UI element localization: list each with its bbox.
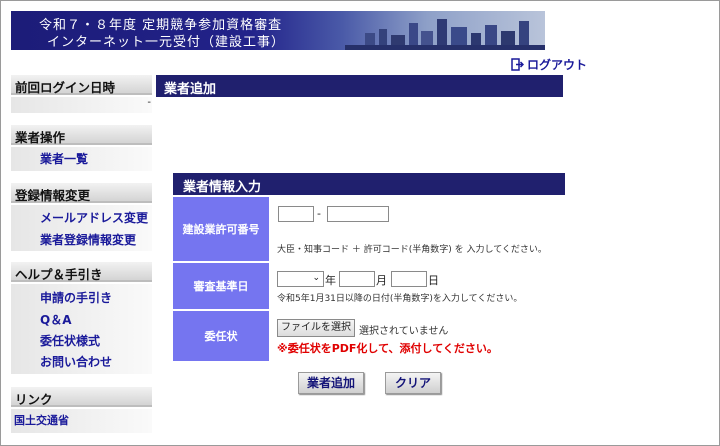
license-number-label: 建設業許可番号 xyxy=(173,197,269,261)
help-heading: ヘルプ＆手引き xyxy=(11,262,152,282)
license-code-input[interactable] xyxy=(278,206,314,222)
clear-button[interactable]: クリア xyxy=(385,372,441,394)
sidebar-item-vendor-list[interactable]: 業者一覧 xyxy=(40,150,88,167)
sidebar-item-mlit[interactable]: 国土交通省 xyxy=(14,412,69,428)
registration-heading: 登録情報変更 xyxy=(11,183,152,203)
page-title: 業者追加 xyxy=(156,75,563,97)
license-separator: - xyxy=(317,207,321,220)
sidebar-item-proxy-form[interactable]: 委任状様式 xyxy=(40,332,100,349)
logout-icon xyxy=(511,58,524,71)
logout-label: ログアウト xyxy=(527,58,588,72)
banner-title-line2: インターネット一元受付（建設工事） xyxy=(47,35,286,50)
form-title: 業者情報入力 xyxy=(173,173,565,195)
choose-file-button[interactable]: ファイルを選択 xyxy=(277,319,355,337)
last-login-value: - xyxy=(147,97,151,108)
day-input[interactable] xyxy=(391,271,427,287)
month-unit: 月 xyxy=(376,274,387,287)
sidebar-item-faq[interactable]: Q＆A xyxy=(40,311,72,328)
license-hint: 大臣・知事コード ＋ 許可コード(半角数字) を 入力してください。 xyxy=(277,245,547,255)
base-date-label: 審査基準日 xyxy=(173,263,269,309)
era-year-select[interactable]: ⌄ xyxy=(277,271,324,287)
sidebar-item-email-change[interactable]: メールアドレス変更 xyxy=(40,209,148,226)
license-number-input[interactable] xyxy=(327,206,389,222)
site-banner: 令和７・８年度 定期競争参加資格審査 インターネット一元受付（建設工事） xyxy=(11,11,545,50)
sidebar-item-guide[interactable]: 申請の手引き xyxy=(40,289,112,306)
last-login-heading: 前回ログイン日時 xyxy=(11,75,152,95)
city-skyline-image xyxy=(345,19,545,50)
day-unit: 日 xyxy=(428,274,439,287)
year-unit: 年 xyxy=(325,274,336,287)
proxy-label: 委任状 xyxy=(173,311,269,361)
sidebar-item-vendor-info-change[interactable]: 業者登録情報変更 xyxy=(40,231,136,248)
month-input[interactable] xyxy=(339,271,375,287)
last-login-value-row: - xyxy=(11,97,152,113)
add-vendor-button[interactable]: 業者追加 xyxy=(298,372,364,394)
base-date-hint: 令和5年1月31日以降の日付(半角数字)を入力してください。 xyxy=(277,294,523,304)
pdf-warning: ※委任状をPDF化して、添付してください。 xyxy=(277,342,498,355)
links-heading: リンク xyxy=(11,387,152,407)
vendor-ops-heading: 業者操作 xyxy=(11,125,152,145)
logout-link[interactable]: ログアウト xyxy=(511,56,587,73)
sidebar-item-contact[interactable]: お問い合わせ xyxy=(40,353,112,370)
file-status: 選択されていません xyxy=(359,326,449,337)
chevron-down-icon: ⌄ xyxy=(312,273,320,283)
